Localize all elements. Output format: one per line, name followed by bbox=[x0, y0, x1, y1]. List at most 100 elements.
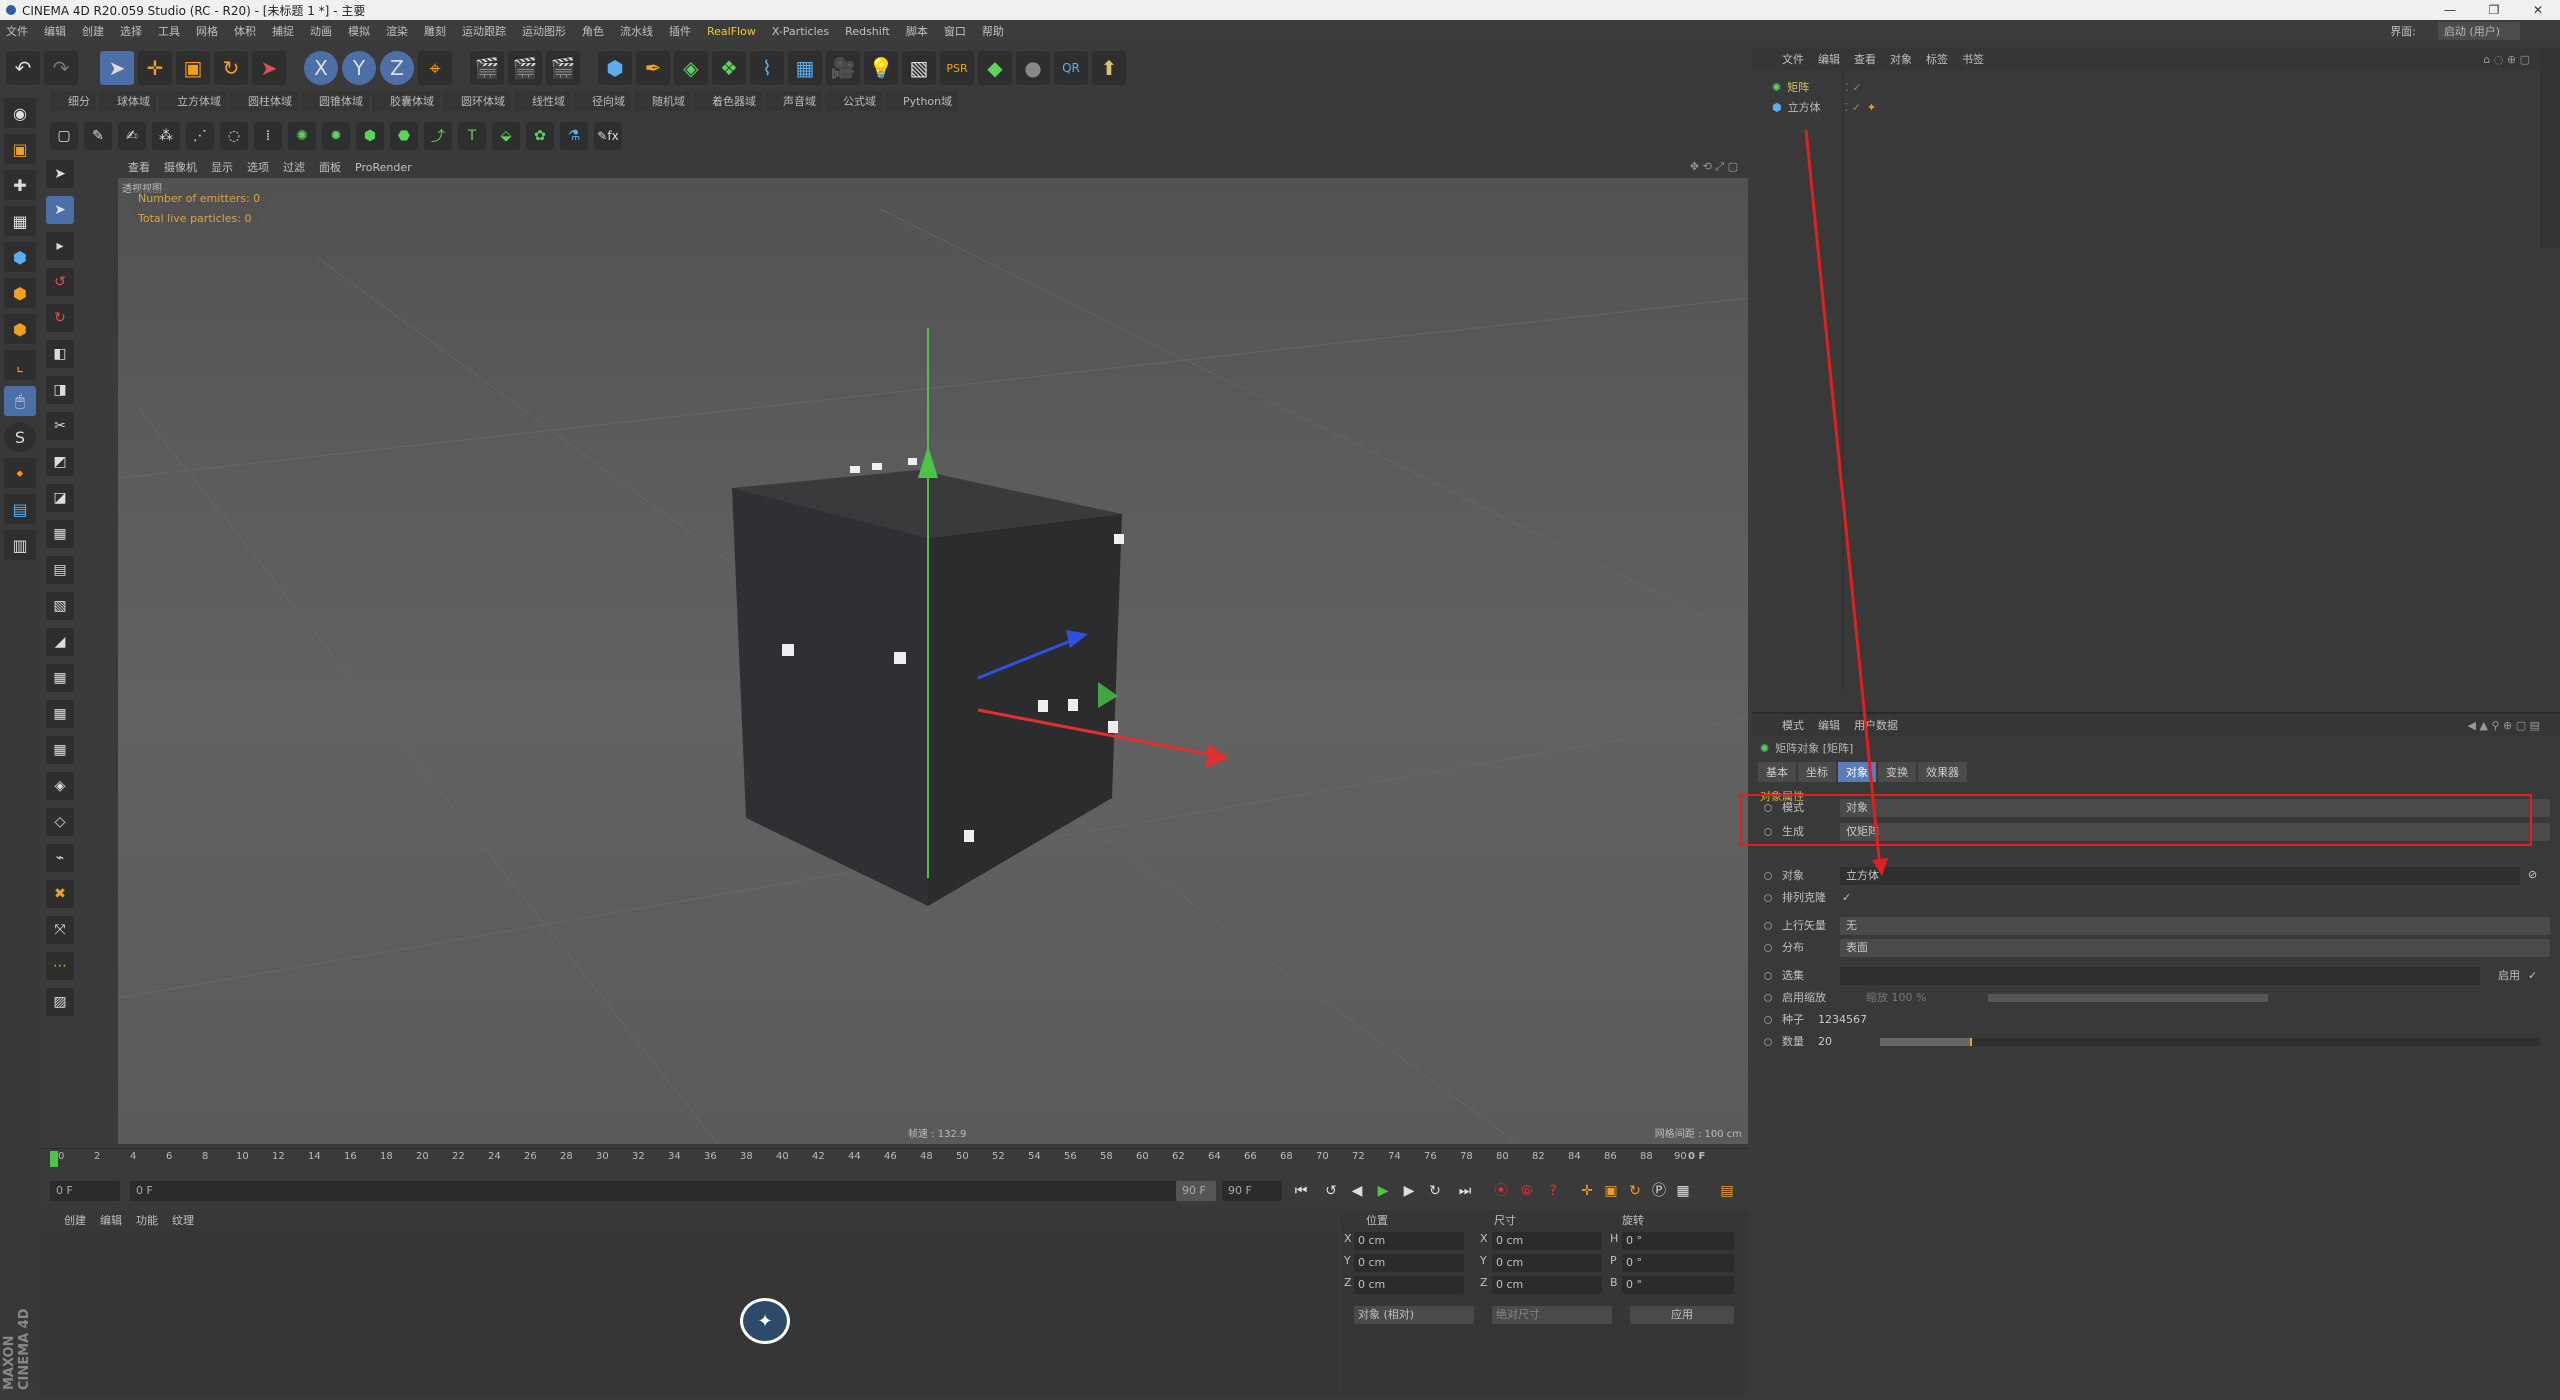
animate-dot[interactable] bbox=[1764, 922, 1772, 930]
subdivision-icon[interactable]: ◈ bbox=[674, 51, 708, 85]
scale-field[interactable]: 缩放 100 % bbox=[1860, 989, 1970, 1007]
start-frame-field[interactable]: 0 F bbox=[50, 1181, 120, 1201]
tab-coord[interactable]: 坐标 bbox=[1798, 762, 1836, 782]
viewport-menu-filter[interactable]: 过滤 bbox=[283, 159, 305, 175]
cylinder-field-button[interactable]: 圆柱体域 bbox=[230, 91, 298, 111]
workplane-icon[interactable]: 🔸 bbox=[4, 458, 36, 488]
menu-file[interactable]: 文件 bbox=[6, 23, 28, 39]
ring-select-icon[interactable]: ↻ bbox=[46, 304, 74, 332]
menu-help[interactable]: 帮助 bbox=[982, 23, 1004, 39]
prev-frame-icon[interactable]: ◀ bbox=[1346, 1180, 1368, 1202]
keyframe-selection-icon[interactable]: ? bbox=[1542, 1180, 1564, 1202]
selection-field[interactable] bbox=[1840, 967, 2480, 985]
menu-realflow[interactable]: RealFlow bbox=[707, 25, 756, 38]
psr-icon[interactable]: PSR bbox=[940, 51, 974, 85]
spline-smooth-icon[interactable]: ⁂ bbox=[152, 122, 180, 150]
menu-redshift[interactable]: Redshift bbox=[845, 25, 890, 38]
menu-render[interactable]: 渲染 bbox=[386, 23, 408, 39]
arrow-select-icon[interactable]: ➤ bbox=[46, 196, 74, 224]
viewport-menu-options[interactable]: 选项 bbox=[247, 159, 269, 175]
key-position-icon[interactable]: ✛ bbox=[1576, 1180, 1598, 1202]
size-x-field[interactable]: 0 cm bbox=[1492, 1232, 1602, 1250]
python-effector-icon[interactable]: ✎fx bbox=[594, 122, 622, 150]
timeline-ruler[interactable]: 0 2 4 6 8 10 12 14 16 18 20 22 24 26 28 … bbox=[40, 1148, 1748, 1172]
size-z-field[interactable]: 0 cm bbox=[1492, 1276, 1602, 1294]
weld-tool-icon[interactable]: ▧ bbox=[46, 592, 74, 620]
menu-x-particles[interactable]: X-Particles bbox=[772, 25, 829, 38]
menu-sculpt[interactable]: 雕刻 bbox=[424, 23, 446, 39]
box-field-button[interactable]: 立方体域 bbox=[159, 91, 227, 111]
spin-edge-icon[interactable]: ⤧ bbox=[46, 916, 74, 944]
mograph-text-icon[interactable]: T bbox=[458, 122, 486, 150]
hatch-tool-icon[interactable]: ▨ bbox=[46, 988, 74, 1016]
deformer-icon[interactable]: ⌇ bbox=[750, 51, 784, 85]
light-icon[interactable]: 💡 bbox=[864, 51, 898, 85]
apply-button[interactable]: 应用 bbox=[1630, 1306, 1734, 1324]
viewport-menu-panel[interactable]: 面板 bbox=[319, 159, 341, 175]
viewport-menu-prorender[interactable]: ProRender bbox=[355, 161, 412, 174]
object-manager-nav-icons[interactable]: ⌂ ◌ ⊕ ▢ bbox=[2483, 53, 2530, 66]
rotation-p-field[interactable]: 0 ° bbox=[1622, 1254, 1734, 1272]
formula-field-button[interactable]: 公式域 bbox=[825, 91, 882, 111]
cloner-green-icon[interactable]: ✺ bbox=[288, 122, 316, 150]
texture-mode-icon[interactable]: ✚ bbox=[4, 170, 36, 200]
tag-icon[interactable]: ✦ bbox=[1867, 101, 1876, 114]
go-to-end-icon[interactable]: ⏭ bbox=[1454, 1180, 1476, 1202]
plugin-icon[interactable]: ⬆ bbox=[1092, 51, 1126, 85]
live-select-icon[interactable]: ➤ bbox=[252, 51, 286, 85]
key-pla-icon[interactable]: ▦ bbox=[1672, 1180, 1694, 1202]
perspective-viewport[interactable]: 透视视图 Number of emitters: 0 Total live pa… bbox=[118, 178, 1748, 1144]
voronoi-icon[interactable]: ⬣ bbox=[390, 122, 418, 150]
animate-dot[interactable] bbox=[1764, 1038, 1772, 1046]
key-rotation-icon[interactable]: ↻ bbox=[1624, 1180, 1646, 1202]
plain-effector-icon[interactable]: ⚗ bbox=[560, 122, 588, 150]
plane-grid-icon[interactable]: ▥ bbox=[4, 530, 36, 560]
pointer-icon[interactable]: ▸ bbox=[46, 232, 74, 260]
floor-icon[interactable]: ▦ bbox=[788, 51, 822, 85]
object-row-matrix[interactable]: ✺ 矩阵 ⁚ ✓ bbox=[1772, 78, 1861, 96]
linear-field-button[interactable]: 线性域 bbox=[514, 91, 571, 111]
auto-key-icon[interactable]: ⦾ bbox=[1516, 1180, 1538, 1202]
menu-plugins[interactable]: 插件 bbox=[669, 23, 691, 39]
record-icon[interactable]: ⦿ bbox=[1490, 1180, 1512, 1202]
position-x-field[interactable]: 0 cm bbox=[1354, 1232, 1464, 1250]
next-frame-icon[interactable]: ▶ bbox=[1398, 1180, 1420, 1202]
viewport-menu-display[interactable]: 显示 bbox=[211, 159, 233, 175]
qr-icon[interactable]: QR bbox=[1054, 51, 1088, 85]
rotation-b-field[interactable]: 0 ° bbox=[1622, 1276, 1734, 1294]
size-y-field[interactable]: 0 cm bbox=[1492, 1254, 1602, 1272]
redo-icon[interactable]: ↷ bbox=[44, 51, 78, 85]
shader-field-button[interactable]: 着色器域 bbox=[694, 91, 762, 111]
slide-tool-icon[interactable]: ◢ bbox=[46, 628, 74, 656]
menu-pipeline[interactable]: 流水线 bbox=[620, 23, 653, 39]
x-axis-lock-icon[interactable]: X bbox=[304, 51, 338, 85]
cube-object-icon[interactable]: ⬢ bbox=[598, 51, 632, 85]
visibility-toggle-icon[interactable]: ⁚ ✓ bbox=[1845, 81, 1861, 94]
side-tab-strip[interactable] bbox=[2540, 48, 2560, 248]
menu-tools[interactable]: 工具 bbox=[158, 23, 180, 39]
timeline-window-icon[interactable]: ▤ bbox=[1716, 1180, 1738, 1202]
radial-field-button[interactable]: 径向域 bbox=[574, 91, 631, 111]
fracture-icon[interactable]: ⬢ bbox=[356, 122, 384, 150]
enable-checkbox[interactable]: ✓ bbox=[2528, 966, 2537, 986]
circle-dots-icon[interactable]: ◌ bbox=[220, 122, 248, 150]
material-menu-function[interactable]: 功能 bbox=[136, 1212, 158, 1228]
menu-motion-tracker[interactable]: 运动跟踪 bbox=[462, 23, 506, 39]
prev-key-icon[interactable]: ↺ bbox=[1320, 1180, 1342, 1202]
normal-move-icon[interactable]: ◈ bbox=[46, 772, 74, 800]
object-mode-icon[interactable]: ▣ bbox=[4, 134, 36, 164]
random-field-button[interactable]: 随机域 bbox=[634, 91, 691, 111]
material-menu-edit[interactable]: 编辑 bbox=[100, 1212, 122, 1228]
minimize-button[interactable]: — bbox=[2428, 0, 2472, 20]
sphere-icon[interactable]: ● bbox=[1016, 51, 1050, 85]
animate-dot[interactable] bbox=[1764, 894, 1772, 902]
coord-size-mode-select[interactable]: 绝对尺寸 bbox=[1492, 1306, 1612, 1324]
bevel-tool-icon[interactable]: ◩ bbox=[46, 448, 74, 476]
select-tool-icon[interactable]: ➤ bbox=[100, 51, 134, 85]
menu-simulate[interactable]: 模拟 bbox=[348, 23, 370, 39]
inset-tool-icon[interactable]: ▤ bbox=[46, 556, 74, 584]
coord-mode-select[interactable]: 对象 (相对) bbox=[1354, 1306, 1474, 1324]
scale-tool-icon[interactable]: ▣ bbox=[176, 51, 210, 85]
extrude-icon[interactable]: ⬙ bbox=[492, 122, 520, 150]
sketch-icon[interactable]: ✍ bbox=[118, 122, 146, 150]
